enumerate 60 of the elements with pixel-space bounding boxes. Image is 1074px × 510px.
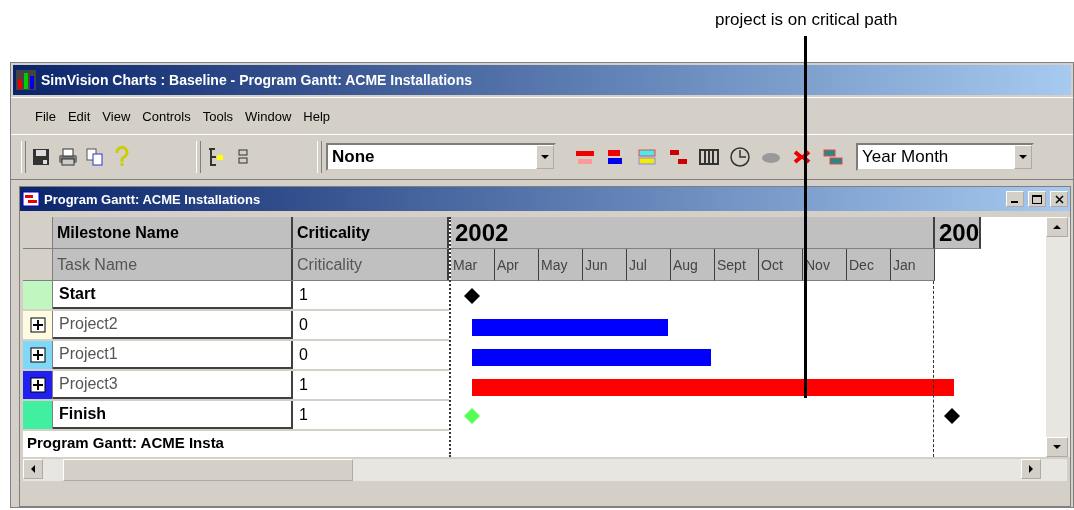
column-header[interactable]: Milestone Name (53, 217, 293, 248)
scroll-up-icon[interactable] (1052, 224, 1063, 230)
save-icon[interactable] (30, 146, 52, 168)
month-header: Jul (627, 249, 671, 281)
maximize-icon (1032, 194, 1042, 204)
menu-item[interactable]: Help (303, 108, 331, 124)
expand-icon[interactable] (29, 347, 46, 363)
table-cell: Project2 (53, 311, 293, 339)
caret-icon (540, 154, 550, 160)
scroll-right-icon[interactable] (1028, 464, 1034, 474)
table-cell: Project1 (53, 341, 293, 369)
scroll-left-icon[interactable] (30, 464, 36, 474)
filter-dropdown[interactable]: None (326, 143, 556, 171)
menu-item[interactable]: Tools (202, 108, 234, 124)
year-header: 2002 (451, 217, 935, 249)
menu-item[interactable]: View (102, 108, 131, 124)
clock-icon[interactable] (729, 146, 751, 168)
month-header: Apr (495, 249, 539, 281)
linked-bars-icon[interactable] (822, 146, 844, 168)
month-header: Sept (715, 249, 759, 281)
expand-icon[interactable] (29, 377, 46, 393)
minimize-button[interactable] (1006, 191, 1024, 207)
table-cell: Finish (53, 401, 293, 429)
table-footer: Program Gantt: ACME Insta (23, 431, 449, 453)
close-button[interactable] (1050, 191, 1068, 207)
caret-icon (1018, 154, 1028, 160)
window-title: Program Gantt: ACME Installations (44, 191, 262, 207)
month-header: Dec (847, 249, 891, 281)
maximize-button[interactable] (1028, 191, 1046, 207)
callout-text: project is on critical path (715, 10, 898, 29)
year-header: 200 (935, 217, 981, 249)
menu-item[interactable]: Controls (142, 108, 191, 124)
menu-item[interactable]: Window (245, 108, 292, 124)
scroll-down-icon[interactable] (1052, 444, 1063, 450)
chart-app-icon (15, 69, 37, 91)
month-header: Mar (451, 249, 495, 281)
columns-icon[interactable] (698, 146, 720, 168)
month-header: Jan (891, 249, 935, 281)
window-title: SimVision Charts : Baseline - Program Gantt: ACME Installations (41, 72, 472, 88)
milestone-diamond[interactable] (944, 408, 961, 424)
month-header: May (539, 249, 583, 281)
month-header: Aug (671, 249, 715, 281)
print-icon[interactable] (57, 146, 79, 168)
table-cell: Project3 (53, 371, 293, 399)
gantt-window-icon (22, 191, 40, 207)
month-header: Jun (583, 249, 627, 281)
month-header: Oct (759, 249, 803, 281)
expand-icon[interactable] (29, 317, 46, 333)
horizontal-scrollbar[interactable] (23, 459, 1067, 481)
column-header[interactable]: Task Name (53, 249, 293, 280)
menu-item[interactable]: File (35, 108, 56, 124)
column-header[interactable]: Criticality (293, 249, 449, 280)
table-cell: Start (53, 281, 293, 309)
milestone-diamond[interactable] (463, 288, 480, 304)
close-icon (1054, 194, 1064, 204)
menu-item[interactable]: Edit (67, 108, 91, 124)
timescale-dropdown[interactable]: Year Month (856, 143, 1034, 171)
copy-icon[interactable] (84, 146, 106, 168)
vertical-scrollbar[interactable] (1046, 217, 1070, 457)
column-header[interactable]: Criticality (293, 217, 449, 248)
